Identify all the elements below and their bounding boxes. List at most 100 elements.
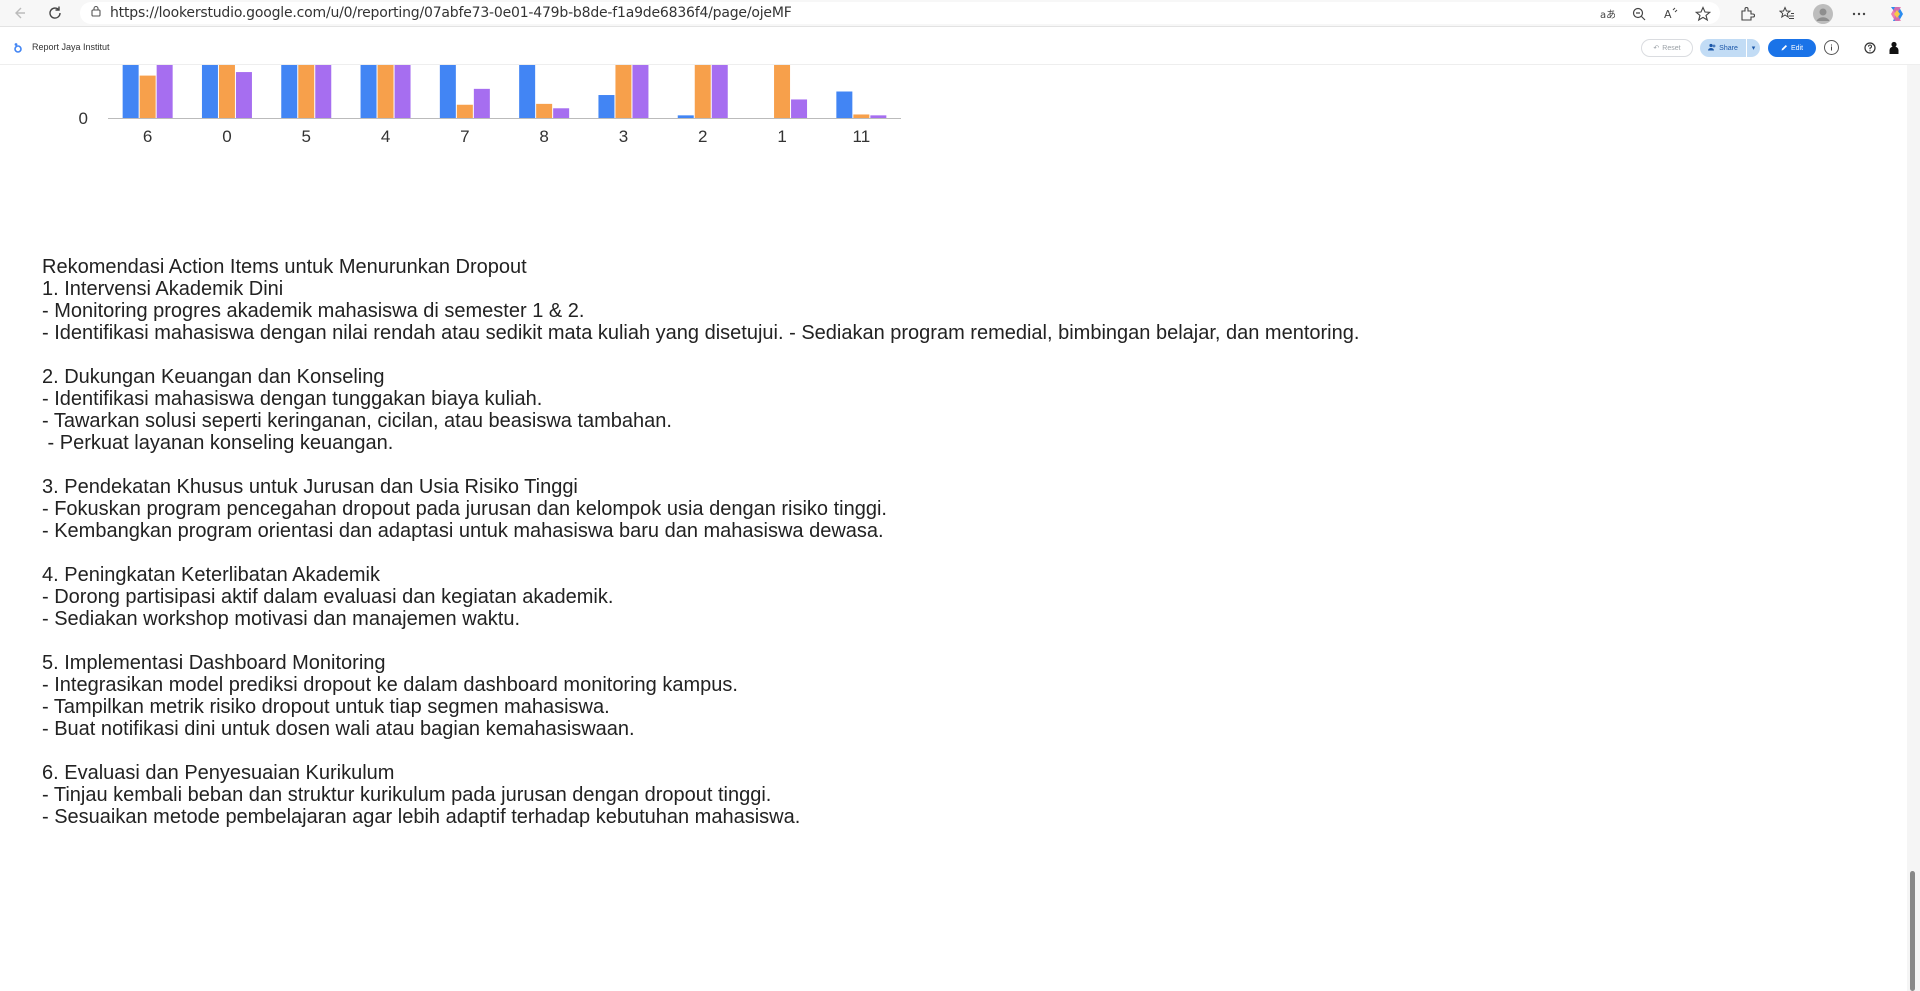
bar-7-series-2[interactable] <box>473 88 490 118</box>
pencil-icon <box>1781 44 1788 53</box>
text-size-icon[interactable]: A <box>1660 3 1682 25</box>
url-text[interactable]: https://lookerstudio.google.com/u/0/repo… <box>110 5 792 21</box>
x-tick-label: 6 <box>143 127 152 146</box>
info-icon[interactable] <box>1824 40 1839 55</box>
more-menu-icon[interactable] <box>1848 3 1870 25</box>
svg-text:A: A <box>1664 8 1672 21</box>
bar-2-series-2[interactable] <box>711 65 728 118</box>
bar-4-series-2[interactable] <box>394 65 411 118</box>
favorite-star-icon[interactable] <box>1692 3 1714 25</box>
bar-1-series-1[interactable] <box>774 65 791 118</box>
bar-3-series-2[interactable] <box>632 65 649 118</box>
read-aloud-icon[interactable]: aあ <box>1596 3 1618 25</box>
bar-1-series-2[interactable] <box>791 99 808 118</box>
bar-8-series-2[interactable] <box>553 108 570 118</box>
bar-3-series-0[interactable] <box>598 95 615 118</box>
bar-5-series-1[interactable] <box>298 65 315 118</box>
recommendation-line: Rekomendasi Action Items untuk Menurunka… <box>42 256 527 278</box>
recommendation-line: - Sediakan workshop motivasi dan manajem… <box>42 608 521 630</box>
x-tick-label: 1 <box>777 127 786 146</box>
copilot-icon[interactable] <box>1886 3 1908 25</box>
x-tick-label: 11 <box>853 127 871 146</box>
recommendation-line: 1. Intervensi Akademik Dini <box>42 278 284 300</box>
bar-0-series-1[interactable] <box>218 65 235 118</box>
bar-11-series-1[interactable] <box>853 114 870 118</box>
bar-3-series-1[interactable] <box>615 65 632 118</box>
edit-label: Edit <box>1790 44 1804 52</box>
help-icon[interactable] <box>1862 40 1878 56</box>
favorites-list-icon[interactable] <box>1776 3 1798 25</box>
bar-4-series-0[interactable] <box>360 65 377 118</box>
bar-0-series-0[interactable] <box>201 65 218 118</box>
reset-icon: ↶ <box>1653 45 1660 52</box>
bar-11-series-0[interactable] <box>836 91 853 119</box>
bar-chart[interactable]: 0 6 0 5 4 7 8 3 2 1 11 <box>60 65 920 165</box>
recommendation-line: - Integrasikan model prediksi dropout ke… <box>42 674 738 696</box>
back-icon[interactable] <box>8 2 30 24</box>
recommendation-line: - Tawarkan solusi seperti keringanan, ci… <box>42 410 672 432</box>
report-title[interactable]: Report Jaya Institut <box>32 42 110 52</box>
looker-studio-logo-icon[interactable] <box>12 41 24 59</box>
add-person-icon <box>1708 43 1716 53</box>
x-tick-label: 4 <box>381 127 390 146</box>
reset-label: Reset <box>1662 44 1681 52</box>
recommendation-line: - Monitoring progres akademik mahasiswa … <box>42 300 585 322</box>
recommendation-line: - Kembangkan program orientasi dan adapt… <box>42 520 884 542</box>
recommendation-line: - Identifikasi mahasiswa dengan nilai re… <box>42 322 1360 344</box>
x-tick-label: 5 <box>302 127 311 146</box>
bar-2-series-1[interactable] <box>694 65 711 118</box>
page-scrollbar[interactable] <box>1907 65 1920 991</box>
share-button[interactable]: Share <box>1700 39 1746 57</box>
scrollbar-thumb[interactable] <box>1910 871 1915 991</box>
share-dropdown-button[interactable]: ▾ <box>1746 39 1760 57</box>
bar-6-series-2[interactable] <box>156 65 173 118</box>
recommendation-line: - Identifikasi mahasiswa dengan tunggaka… <box>42 388 543 410</box>
browser-toolbar: https://lookerstudio.google.com/u/0/repo… <box>0 0 1920 27</box>
bar-6-series-1[interactable] <box>139 75 156 118</box>
recommendations-text-box[interactable]: Rekomendasi Action Items untuk Menurunka… <box>42 256 1542 828</box>
bar-4-series-1[interactable] <box>377 65 394 118</box>
bar-8-series-1[interactable] <box>536 103 553 118</box>
recommendation-line: 4. Peningkatan Keterlibatan Akademik <box>42 564 380 586</box>
y-tick-label: 0 <box>79 109 88 128</box>
bar-5-series-2[interactable] <box>315 65 332 118</box>
address-bar[interactable]: https://lookerstudio.google.com/u/0/repo… <box>80 2 1720 24</box>
recommendation-line: - Tinjau kembali beban dan struktur kuri… <box>42 784 772 806</box>
bar-0-series-2[interactable] <box>235 72 252 118</box>
report-header: Report Jaya Institut ↶ Reset Share ▾ Edi… <box>0 28 1920 65</box>
account-avatar-icon[interactable] <box>1886 40 1902 56</box>
recommendation-line: - Perkuat layanan konseling keuangan. <box>42 432 394 454</box>
bar-7-series-1[interactable] <box>456 104 473 118</box>
bar-chart-svg: 06 0 5 4 7 8 3 2 1 11 <box>79 65 901 146</box>
lock-icon[interactable] <box>90 4 102 22</box>
reset-button[interactable]: ↶ Reset <box>1641 39 1693 57</box>
x-tick-label: 3 <box>619 127 628 146</box>
bar-5-series-0[interactable] <box>281 65 298 118</box>
bar-6-series-0[interactable] <box>122 65 139 118</box>
recommendation-line: - Fokuskan program pencegahan dropout pa… <box>42 498 887 520</box>
bar-7-series-0[interactable] <box>439 65 456 118</box>
bar-11-series-2[interactable] <box>870 115 887 118</box>
recommendation-line: - Buat notifikasi dini untuk dosen wali … <box>42 718 635 740</box>
svg-text:aあ: aあ <box>1600 9 1615 21</box>
share-label: Share <box>1719 44 1738 52</box>
bar-2-series-0[interactable] <box>677 115 694 118</box>
x-tick-label: 7 <box>460 127 469 146</box>
recommendation-line: - Sesuaikan metode pembelajaran agar leb… <box>42 806 801 828</box>
zoom-out-icon[interactable] <box>1628 3 1650 25</box>
x-tick-label: 8 <box>539 127 548 146</box>
edit-button[interactable]: Edit <box>1768 39 1816 57</box>
recommendation-line: - Tampilkan metrik risiko dropout untuk … <box>42 696 610 718</box>
x-tick-label: 0 <box>222 127 231 146</box>
bar-8-series-0[interactable] <box>519 65 536 118</box>
profile-avatar-icon[interactable] <box>1812 3 1834 25</box>
refresh-icon[interactable] <box>44 2 66 24</box>
x-tick-label: 2 <box>698 127 707 146</box>
extensions-icon[interactable] <box>1736 3 1758 25</box>
recommendation-line: - Dorong partisipasi aktif dalam evaluas… <box>42 586 614 608</box>
